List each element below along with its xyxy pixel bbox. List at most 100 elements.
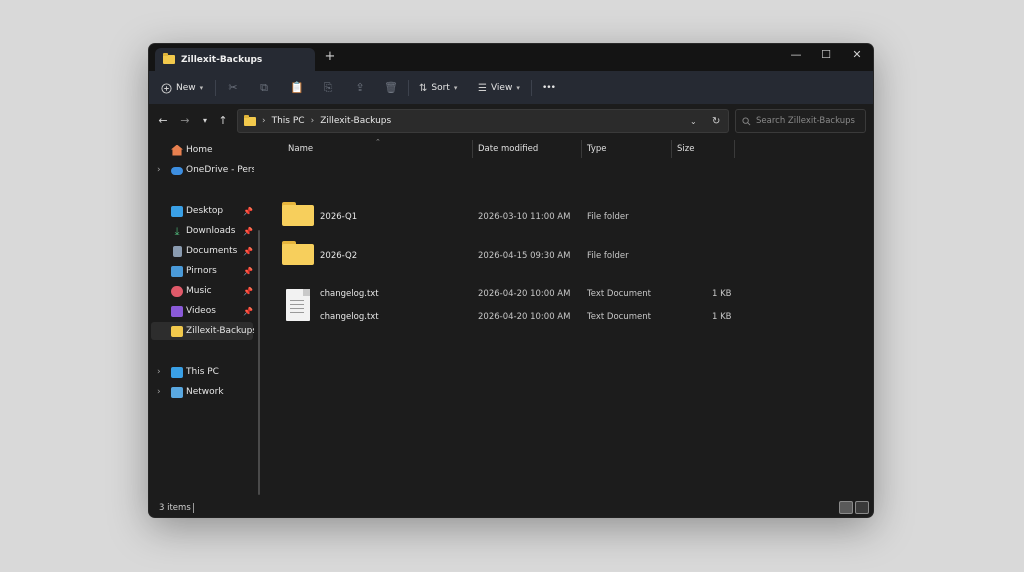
refresh-icon[interactable]: ↻ <box>712 116 720 127</box>
music-icon <box>171 285 183 297</box>
folder-icon <box>282 241 314 265</box>
file-date: 2026-04-20 10:00 AM <box>478 289 571 299</box>
desktop-icon <box>171 205 183 217</box>
file-list: ⌃ Name Date modified Type Size 2026-Q1 2… <box>267 138 873 493</box>
documents-icon <box>173 245 182 257</box>
paste-icon[interactable]: 📋 <box>289 80 305 96</box>
new-label: New <box>176 83 196 93</box>
details-view-icon[interactable] <box>839 501 853 514</box>
column-header-name[interactable]: Name <box>288 144 313 154</box>
search-box[interactable] <box>735 109 866 133</box>
computer-icon <box>171 366 183 378</box>
chevron-right-icon[interactable]: › <box>157 387 161 397</box>
sidebar-item-videos[interactable]: Videos 📌 <box>149 302 261 320</box>
file-size: 1 KB <box>712 312 732 322</box>
sort-ascending-icon: ⌃ <box>375 138 381 146</box>
breadcrumb-zillexit-backups[interactable]: Zillexit-Backups <box>320 116 391 126</box>
file-size: 1 KB <box>712 289 732 299</box>
column-divider[interactable] <box>671 140 672 158</box>
file-row[interactable]: 2026-Q2 2026-04-15 09:30 AM File folder <box>267 241 873 267</box>
pin-icon[interactable]: 📌 <box>243 267 253 276</box>
chevron-right-icon[interactable]: › <box>157 165 161 175</box>
tiles-view-icon[interactable] <box>855 501 869 514</box>
sidebar-item-documents[interactable]: Documents 📌 <box>149 242 261 260</box>
pictures-icon <box>171 265 183 277</box>
tab-zillexit-backups[interactable]: Zillexit-Backups <box>155 48 315 71</box>
chevron-right-icon[interactable]: › <box>157 367 161 377</box>
file-name: changelog.txt <box>320 289 379 299</box>
file-date: 2026-04-20 10:00 AM <box>478 312 571 322</box>
back-arrow-icon[interactable]: ← <box>156 114 170 128</box>
column-header-type[interactable]: Type <box>587 144 607 154</box>
copy-icon[interactable]: ⧉ <box>256 80 272 96</box>
file-name: 2026-Q2 <box>320 251 358 261</box>
chevron-right-icon: › <box>262 116 266 126</box>
sidebar-item-desktop[interactable]: Desktop 📌 <box>149 202 261 220</box>
column-divider[interactable] <box>581 140 582 158</box>
cloud-icon <box>171 167 183 175</box>
file-explorer-window: Zillexit-Backups + — ☐ ✕ New ▾ ✂ ⧉ 📋 ⎘ ⇪… <box>149 44 873 517</box>
sidebar-item-pictures[interactable]: Pirnors 📌 <box>149 262 261 280</box>
folder-icon <box>163 53 175 64</box>
status-bar: 3 items <box>149 499 873 517</box>
pin-icon[interactable]: 📌 <box>243 247 253 256</box>
sidebar-item-network[interactable]: › Network <box>149 383 261 401</box>
sidebar-item-downloads[interactable]: ⤓ Downloads 📌 <box>149 222 261 240</box>
minimize-button[interactable]: — <box>785 47 807 63</box>
chevron-right-icon: › <box>310 116 315 126</box>
sidebar-item-music[interactable]: Music 📌 <box>149 282 261 300</box>
address-bar[interactable]: › This PC › Zillexit-Backups ⌄ ↻ <box>237 109 729 133</box>
toolbar-divider <box>215 80 216 96</box>
column-divider[interactable] <box>472 140 473 158</box>
home-icon <box>171 144 183 156</box>
cut-icon[interactable]: ✂ <box>225 80 241 96</box>
maximize-button[interactable]: ☐ <box>815 47 837 63</box>
file-row[interactable]: changelog.txt 2026-04-20 10:00 AM Text D… <box>267 283 873 321</box>
sort-icon: ⇅ <box>419 82 428 94</box>
breadcrumb-this-pc[interactable]: This PC <box>272 116 305 126</box>
sort-label: Sort <box>431 83 450 93</box>
file-row[interactable]: changelog.txt 2026-04-20 10:00 AM Text D… <box>267 306 873 328</box>
search-input[interactable] <box>756 116 856 126</box>
forward-arrow-icon[interactable]: → <box>178 114 192 128</box>
recent-locations-icon[interactable]: ▾ <box>198 114 212 128</box>
column-header-date[interactable]: Date modified <box>478 144 538 154</box>
chevron-down-icon: ▾ <box>453 84 458 92</box>
navigation-pane: Home › OneDrive - Persoi Desktop 📌 ⤓ Dow… <box>149 138 261 493</box>
pin-icon[interactable]: 📌 <box>243 227 253 236</box>
pin-icon[interactable]: 📌 <box>243 207 253 216</box>
videos-icon <box>171 305 183 317</box>
sidebar-item-this-pc[interactable]: › This PC <box>149 363 261 381</box>
file-type: Text Document <box>587 289 651 299</box>
sidebar-item-label: OneDrive - Persoi <box>186 165 254 175</box>
delete-icon[interactable]: 🗑 <box>383 80 399 96</box>
pin-icon[interactable]: 📌 <box>243 287 253 296</box>
view-button[interactable]: ☰ View ▾ <box>478 80 520 96</box>
sort-button[interactable]: ⇅ Sort ▾ <box>419 80 457 96</box>
sidebar-item-zillexit-backups[interactable]: Zillexit-Backups <box>151 322 254 340</box>
file-row[interactable]: 2026-Q1 2026-03-10 11:00 AM File folder <box>267 202 873 228</box>
file-date: 2026-04-15 09:30 AM <box>478 251 571 261</box>
sidebar-item-onedrive[interactable]: › OneDrive - Persoi <box>149 161 261 179</box>
up-arrow-icon[interactable]: ↑ <box>216 114 230 128</box>
sidebar-item-home[interactable]: Home <box>149 141 261 159</box>
new-tab-button[interactable]: + <box>323 50 337 64</box>
address-dropdown-icon[interactable]: ⌄ <box>690 117 697 126</box>
share-icon[interactable]: ⇪ <box>352 80 368 96</box>
new-button[interactable]: New ▾ <box>161 80 203 96</box>
column-divider[interactable] <box>734 140 735 158</box>
sidebar-scrollbar[interactable] <box>258 230 260 495</box>
rename-icon[interactable]: ⎘ <box>320 80 336 96</box>
chevron-down-icon: ▾ <box>199 84 204 92</box>
sidebar-item-label: Network <box>186 387 224 397</box>
folder-icon <box>244 114 256 126</box>
folder-icon <box>171 325 183 337</box>
toolbar-divider <box>531 80 532 96</box>
file-type: Text Document <box>587 312 651 322</box>
pin-icon[interactable]: 📌 <box>243 307 253 316</box>
column-header-size[interactable]: Size <box>677 144 694 154</box>
file-type: File folder <box>587 212 629 222</box>
close-button[interactable]: ✕ <box>846 47 868 63</box>
toolbar-divider <box>408 80 409 96</box>
more-options-button[interactable]: ••• <box>542 80 556 96</box>
